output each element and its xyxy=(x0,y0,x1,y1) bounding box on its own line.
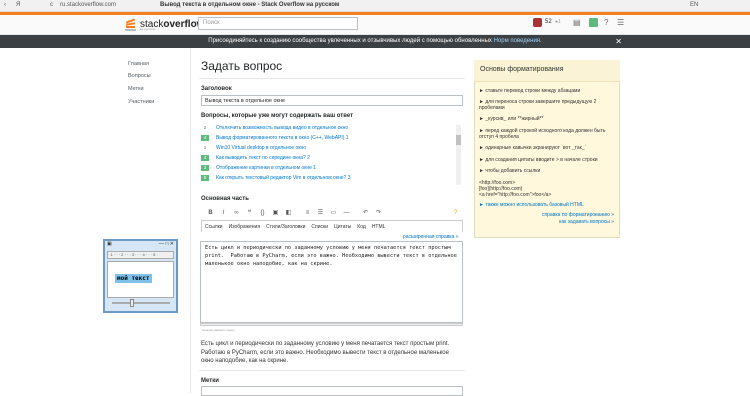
divider xyxy=(199,78,465,79)
tags-label: Метки xyxy=(201,378,219,384)
similar-item[interactable]: 5 Как открыть текстовый редактор Vim в от… xyxy=(201,175,351,181)
reload-icon[interactable]: c xyxy=(50,2,53,8)
link-examples: <http://foo.com> [foo](http://foo.com) <… xyxy=(479,180,552,198)
body-label: Основная часть xyxy=(201,196,249,202)
page-title: Задать вопрос xyxy=(201,59,283,73)
notice-link[interactable]: Норм поведения. xyxy=(494,38,542,44)
similar-item[interactable]: 3 Отображение картинки в отдельном окне 1 xyxy=(201,165,316,171)
site-header xyxy=(0,12,750,35)
nav-home[interactable]: Главная xyxy=(128,61,149,67)
zoom-slider[interactable] xyxy=(112,302,170,304)
image-icon[interactable]: ▣ xyxy=(271,209,280,218)
avatar[interactable] xyxy=(533,18,542,27)
tags-input[interactable] xyxy=(201,386,463,396)
hr-icon[interactable]: — xyxy=(342,209,351,218)
bullet-list-icon[interactable]: ☰ xyxy=(316,209,325,218)
yandex-logo[interactable]: Я xyxy=(16,2,20,8)
help-icon[interactable]: ? xyxy=(451,209,460,218)
snippet-icon[interactable]: ◧ xyxy=(284,209,293,218)
code-icon[interactable]: {} xyxy=(258,209,267,218)
nav-divider xyxy=(190,48,191,393)
nav-questions[interactable]: Вопросы xyxy=(128,73,151,79)
similar-item[interactable]: 2 Отключить возможность вывода видео в от… xyxy=(201,125,348,131)
reputation: 52 xyxy=(545,19,552,25)
search-input[interactable]: Поиск xyxy=(198,17,358,30)
close-icon[interactable]: ✕ xyxy=(615,35,622,48)
window-titlebar[interactable]: ▣ — □ ✕ xyxy=(105,241,176,249)
redo-icon[interactable]: ↷ xyxy=(374,209,383,218)
slider-thumb[interactable] xyxy=(130,299,134,307)
ruler: · 1 · · · 2 · · · 3 · · · 4 · · · 5 · xyxy=(107,251,174,259)
format-tip: ► перед каждой строкой исходного кода до… xyxy=(479,128,606,140)
heading-icon[interactable]: ▭ xyxy=(329,209,338,218)
format-tip: ► для создания цитаты вводите > в начале… xyxy=(479,157,598,163)
similar-item[interactable]: 1 Win10 Virtual desktop в отдельное окно xyxy=(201,145,306,151)
editor-hint: меньше нажмите здесь xyxy=(202,328,235,332)
similar-item[interactable]: 4 Вывод форматированного текста в окно (C… xyxy=(201,135,349,141)
divider xyxy=(199,370,465,371)
highlighted-text: мой текст xyxy=(115,274,152,283)
formatting-footer: справка по форматированию » как задавать… xyxy=(478,212,614,226)
address-bar[interactable]: ru.stackoverflow.com xyxy=(60,2,116,8)
site-logo[interactable]: stackoverflow на русском xyxy=(124,15,204,33)
maximize-icon[interactable]: □ xyxy=(165,241,168,247)
achievements-icon[interactable] xyxy=(589,18,598,27)
bold-icon[interactable]: B xyxy=(206,209,215,218)
help-icon[interactable]: ? xyxy=(604,18,608,27)
formatting-help-link[interactable]: справка по форматированию » xyxy=(478,212,614,219)
title-input[interactable]: Вывод текста в отдельное окне xyxy=(201,95,463,106)
badge-count: ●1 xyxy=(555,19,561,25)
nav-users[interactable]: Участники xyxy=(128,99,154,105)
quote-icon[interactable]: ❝ xyxy=(245,209,254,218)
how-to-ask-link[interactable]: как задавать вопросы » xyxy=(478,219,614,226)
notice-text: Присоединяйтесь к созданию сообщества ув… xyxy=(208,38,494,44)
format-tip: ► чтобы добавить ссылки xyxy=(479,168,541,174)
formatting-title: Основы форматирования xyxy=(474,60,620,82)
format-tip: ► ставьте перевод строки между абзацами xyxy=(479,88,581,94)
tab-code[interactable]: Код xyxy=(357,224,366,230)
undo-icon[interactable]: ↶ xyxy=(361,209,370,218)
resize-grip[interactable] xyxy=(200,323,463,326)
italic-icon[interactable]: I xyxy=(219,209,228,218)
similar-item[interactable]: 4 Как выводить текст по середине окна? 2 xyxy=(201,155,310,161)
tab-styles[interactable]: Стили/Заголовки xyxy=(266,224,305,230)
site-switcher-icon[interactable]: ☰ xyxy=(617,18,624,27)
tab-lists[interactable]: Списки xyxy=(311,224,328,230)
body-textarea[interactable]: Есть цикл и периодически по заданному ус… xyxy=(200,241,463,323)
ordered-list-icon[interactable]: ≡ xyxy=(303,209,312,218)
tab-html[interactable]: HTML xyxy=(372,224,386,230)
html-note[interactable]: ► также можно использовать базовый HTML xyxy=(479,202,615,208)
editor-toolbar: B I ∞ ❝ {} ▣ ◧ ≡ ☰ ▭ — ↶ ↷ ? xyxy=(201,207,463,220)
tab-links[interactable]: Ссылки xyxy=(205,224,223,230)
window-icon: ▣ xyxy=(107,241,112,247)
back-icon[interactable]: ‹ xyxy=(4,2,6,8)
browser-bar: ‹ Я c ru.stackoverflow.com Вывод текста … xyxy=(0,0,750,12)
minimize-icon[interactable]: — xyxy=(159,241,164,247)
nav-tags[interactable]: Метки xyxy=(128,86,144,92)
advanced-help-link[interactable]: расширенная справка » xyxy=(403,234,459,240)
similar-scrollbar[interactable] xyxy=(456,125,461,185)
stack-icon xyxy=(124,17,138,31)
post-preview: Есть цикл и периодически по заданному ус… xyxy=(201,341,450,364)
inbox-icon[interactable]: ▤ xyxy=(573,18,581,27)
notice-bar: Присоединяйтесь к созданию сообщества ув… xyxy=(0,35,750,48)
tab-quotes[interactable]: Цитаты xyxy=(334,224,351,230)
link-icon[interactable]: ∞ xyxy=(232,209,241,218)
logo-subtitle: на русском xyxy=(140,27,156,31)
format-tip: ► одинарные кавычки экранируют `вот _так… xyxy=(479,145,587,151)
format-tip: ► _курсив_ или **жирный** xyxy=(479,116,544,122)
tab-images[interactable]: Изображения xyxy=(229,224,260,230)
close-icon[interactable]: ✕ xyxy=(170,241,174,247)
title-label: Заголовок xyxy=(201,86,232,92)
format-tip: ► для переноса строки завершите предыдущ… xyxy=(479,99,597,111)
editor-help-tabs: Ссылки Изображения Стили/Заголовки Списк… xyxy=(201,220,463,232)
similar-label: Вопросы, которые уже могут содержать ваш… xyxy=(201,113,354,119)
tab-title: Вывод текста в отдельном окне - Stack Ov… xyxy=(160,2,340,8)
language-indicator[interactable]: EN xyxy=(690,2,698,8)
